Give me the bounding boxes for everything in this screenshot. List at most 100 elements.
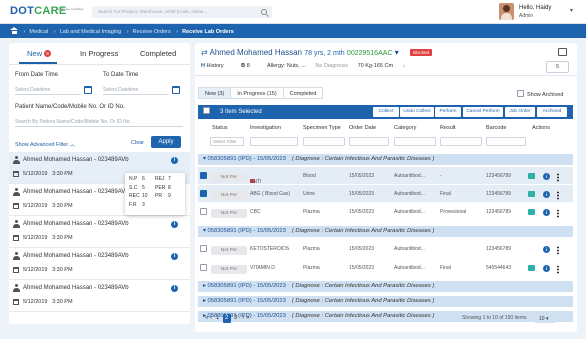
clear-button[interactable]: Clear (131, 140, 144, 146)
avatar[interactable] (499, 3, 514, 20)
row-checkbox[interactable] (200, 172, 207, 179)
row-checkbox[interactable] (200, 245, 207, 252)
tab-new[interactable]: New (3) (198, 87, 232, 99)
column-header[interactable]: Order Date (349, 125, 376, 131)
more-options-icon[interactable] (557, 209, 559, 218)
info-icon[interactable]: i (171, 157, 178, 164)
patient-search-input[interactable]: Search By Patient Name/Code/Mobile No. O… (15, 116, 183, 127)
more-options-icon[interactable] (557, 265, 559, 274)
breadcrumb-item[interactable]: Lab and Medical Imaging (60, 29, 121, 35)
table-row[interactable]: Not Per ANTI MITIM... Blood 15/05/2023 A… (198, 167, 573, 191)
tab-completed[interactable]: Completed (282, 87, 324, 99)
advanced-filter-toggle[interactable]: Show Advanced Filter ︿ (15, 140, 75, 148)
undo-collect-button[interactable]: Undo Collect (400, 107, 434, 117)
more-options-icon[interactable] (557, 173, 559, 182)
cancel-perform-button[interactable]: Cancel Perform (463, 107, 503, 117)
row-checkbox[interactable] (200, 208, 207, 215)
history-link[interactable]: H History (201, 63, 232, 69)
comment-icon[interactable] (528, 265, 535, 271)
column-header[interactable]: Investigation (250, 125, 281, 131)
table-row[interactable]: Not Per CBC Plazma 15/05/2023 Autoantibo… (198, 203, 573, 220)
column-header[interactable]: Category (394, 125, 416, 131)
calendar-icon[interactable] (172, 86, 180, 94)
job-order-button[interactable]: Job Order (505, 107, 535, 117)
from-date-input[interactable]: Select Datetime (15, 84, 80, 95)
list-item[interactable]: Ahmed Mohamed Hassan - 023489AVb 5/12/20… (9, 248, 190, 280)
select-all-checkbox[interactable] (203, 107, 210, 114)
chevron-down-icon[interactable]: ▾ (570, 7, 573, 14)
column-header[interactable]: Result (440, 125, 456, 131)
info-icon[interactable]: i (171, 285, 178, 292)
patient-box-count[interactable]: 5 (546, 61, 569, 73)
calendar-icon (13, 299, 19, 305)
row-checkbox[interactable] (200, 190, 207, 197)
result-filter[interactable] (440, 137, 482, 146)
page-button[interactable]: 3 (232, 314, 240, 323)
column-header[interactable]: Barcode (486, 125, 507, 131)
info-icon[interactable]: i (543, 265, 550, 272)
investigation-filter[interactable] (250, 137, 298, 146)
table-row[interactable]: Not Per ABG ( Blood Gas) Urine 15/05/202… (198, 185, 573, 202)
patient-switch-icon[interactable]: ⇄ (201, 48, 208, 57)
print-icon[interactable] (558, 48, 567, 56)
order-group[interactable]: ▸ 058305891 (IPD) - 15/05/2023( Diagnose… (198, 281, 573, 292)
prev-page-icon[interactable]: ‹ (210, 315, 212, 321)
first-page-icon[interactable]: « (205, 315, 208, 321)
show-archived-checkbox[interactable]: Show Archived (517, 90, 563, 98)
home-icon[interactable] (10, 27, 18, 34)
allergy-info[interactable]: Allergy: Nuts, ... (267, 63, 306, 69)
info-icon[interactable]: i (543, 173, 550, 180)
comment-icon[interactable] (528, 191, 535, 197)
order-group[interactable]: ▾ 058305891 (IPD) - 15/05/2023( Diagnose… (198, 154, 573, 165)
to-date-input[interactable]: Select Datetime (103, 84, 168, 95)
row-checkbox[interactable] (200, 264, 207, 271)
calendar-icon[interactable] (84, 86, 92, 94)
last-page-icon[interactable]: » (246, 315, 249, 321)
tab-new[interactable]: New 8 (27, 49, 52, 58)
per-page-select[interactable]: 10 ▾ (535, 313, 555, 323)
table-row[interactable]: Not Per VITAMIN D Plazma 15/05/2023 Auto… (198, 259, 573, 276)
perform-button[interactable]: Perform (435, 107, 461, 117)
order-date-filter[interactable] (349, 137, 389, 146)
info-icon[interactable]: i (543, 246, 550, 253)
order-group[interactable]: ▾ 058305891 (IPD) - 15/05/2023( Diagnose… (198, 226, 573, 237)
archived-button[interactable]: Archived (537, 107, 567, 117)
barcode-filter[interactable] (486, 137, 526, 146)
order-tabs: New (3) In Progress (15) Completed (198, 87, 324, 99)
search-icon[interactable] (261, 8, 267, 15)
patient-mrn: 00229516AAC (346, 50, 393, 57)
tab-in-progress[interactable]: In Progress (80, 49, 118, 58)
more-options-icon[interactable] (557, 191, 559, 200)
pagination-summary: Showing 1 to 10 of 150 items (462, 315, 527, 321)
comment-icon[interactable] (528, 209, 535, 215)
order-group[interactable]: ▸ 058305891 (IPD) - 15/05/2023( Diagnose… (198, 296, 573, 307)
chevron-down-icon[interactable]: ▾ (395, 48, 399, 57)
category-filter[interactable] (394, 137, 436, 146)
global-search-input[interactable]: Search For Product, Warehouse, UOM (Code… (92, 6, 272, 18)
vitals-info: 70 Kg-165 Cm ↓ (357, 63, 406, 69)
info-icon[interactable]: i (543, 191, 550, 198)
collect-button[interactable]: Collect (373, 107, 399, 117)
column-header[interactable]: Status (212, 125, 228, 131)
breadcrumb-item[interactable]: Receive Orders (133, 29, 171, 35)
table-row[interactable]: Not Per KETOSTEROIDS Plazma 15/05/2023 A… (198, 240, 573, 257)
column-header[interactable]: Specimen Type (303, 125, 341, 131)
user-role: Admin (519, 13, 534, 19)
page-button[interactable]: 1 (214, 314, 222, 323)
next-page-icon[interactable]: › (242, 315, 244, 321)
info-icon[interactable]: i (171, 221, 178, 228)
list-item[interactable]: Ahmed Mohamed Hassan - 023489AVb 5/12/20… (9, 280, 190, 312)
info-icon[interactable]: i (171, 253, 178, 260)
patient-info-row: H History B 8 Allergy: Nuts, ... No Diag… (201, 63, 421, 69)
specimen-filter[interactable] (303, 137, 345, 146)
tab-completed[interactable]: Completed (140, 49, 176, 58)
apply-button[interactable]: Apply (151, 136, 181, 148)
info-icon[interactable]: i (543, 209, 550, 216)
comment-icon[interactable] (528, 173, 535, 179)
breadcrumb-item[interactable]: Medical (29, 29, 48, 35)
tab-in-progress[interactable]: In Progress (15) (230, 87, 284, 99)
status-filter[interactable]: Select Filter (210, 137, 244, 146)
list-item[interactable]: Ahmed Mohamed Hassan - 023489AVb 5/12/20… (9, 216, 190, 248)
more-options-icon[interactable] (557, 246, 559, 255)
page-button-current[interactable]: 2 (222, 314, 231, 323)
